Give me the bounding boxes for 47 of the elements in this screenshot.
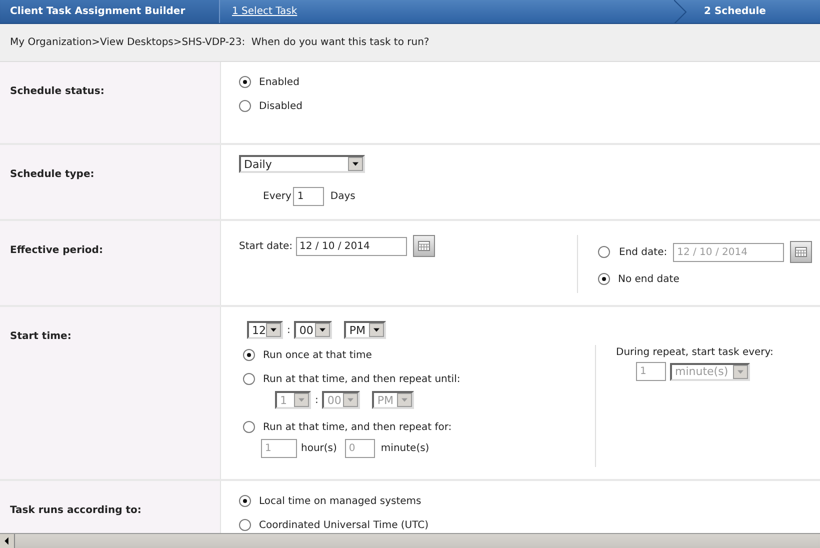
time-separator: :: [315, 394, 318, 406]
radio-button[interactable]: [598, 273, 610, 285]
builder-title: Client Task Assignment Builder: [10, 6, 186, 17]
option-label: Disabled: [259, 100, 302, 112]
wizard-step[interactable]: 1 Select Task: [220, 0, 674, 23]
section-label: Schedule type:: [10, 169, 94, 180]
radio-button[interactable]: [239, 495, 251, 507]
ampm-dropdown[interactable]: PM: [344, 321, 386, 339]
every-label: Every: [263, 191, 292, 202]
time-separator: :: [287, 324, 290, 336]
radio-button[interactable]: [243, 349, 255, 361]
option-label: Enabled: [259, 76, 300, 88]
radio-button[interactable]: [243, 373, 255, 385]
breadcrumb: My Organization>View Desktops>SHS-VDP-23: When do you want this task to run?: [10, 37, 430, 48]
caret-icon[interactable]: [348, 157, 363, 171]
option-label: No end date: [618, 274, 680, 284]
calendar-icon[interactable]: [790, 241, 812, 263]
wizard-step[interactable]: 2 Schedule: [690, 0, 820, 23]
radio-button[interactable]: [239, 76, 251, 88]
caret-icon[interactable]: [266, 323, 281, 337]
option-label: Run at that time, and then repeat until:: [263, 374, 460, 384]
section-label: Schedule status:: [10, 86, 104, 97]
hours-unit: hour(s): [301, 443, 337, 454]
end-date-label: End date:: [619, 246, 668, 258]
schedule-type-dropdown[interactable]: Daily: [239, 155, 365, 173]
interval-field[interactable]: 1: [293, 187, 324, 206]
hour-dropdown[interactable]: 12: [247, 321, 283, 339]
section-label: Effective period:: [10, 245, 103, 256]
section-label: Task runs according to:: [10, 505, 142, 516]
start-date-field[interactable]: 12 / 10 / 2014: [296, 236, 407, 256]
minutes-unit: minute(s): [380, 443, 430, 454]
option-label: Coordinated Universal Time (UTC): [259, 520, 429, 530]
caret-icon[interactable]: [369, 323, 384, 337]
option-label: Local time on managed systems: [259, 496, 422, 506]
section-label: Start time:: [10, 331, 72, 342]
horizontal-scrollbar[interactable]: [0, 533, 820, 548]
start-date-label: Start date:: [239, 240, 293, 252]
unit-label: Days: [330, 191, 356, 202]
calendar-icon[interactable]: [412, 235, 435, 257]
option-label: Run once at that time: [263, 350, 372, 360]
radio-button[interactable]: [239, 519, 251, 531]
option-label: Run at that time, and then repeat for:: [263, 422, 452, 432]
scroll-left-button[interactable]: [0, 534, 15, 548]
minute-dropdown[interactable]: 00: [294, 321, 332, 339]
radio-button[interactable]: [239, 100, 251, 112]
caret-icon[interactable]: [315, 323, 330, 337]
repeat-interval-label: During repeat, start task every:: [616, 347, 774, 358]
